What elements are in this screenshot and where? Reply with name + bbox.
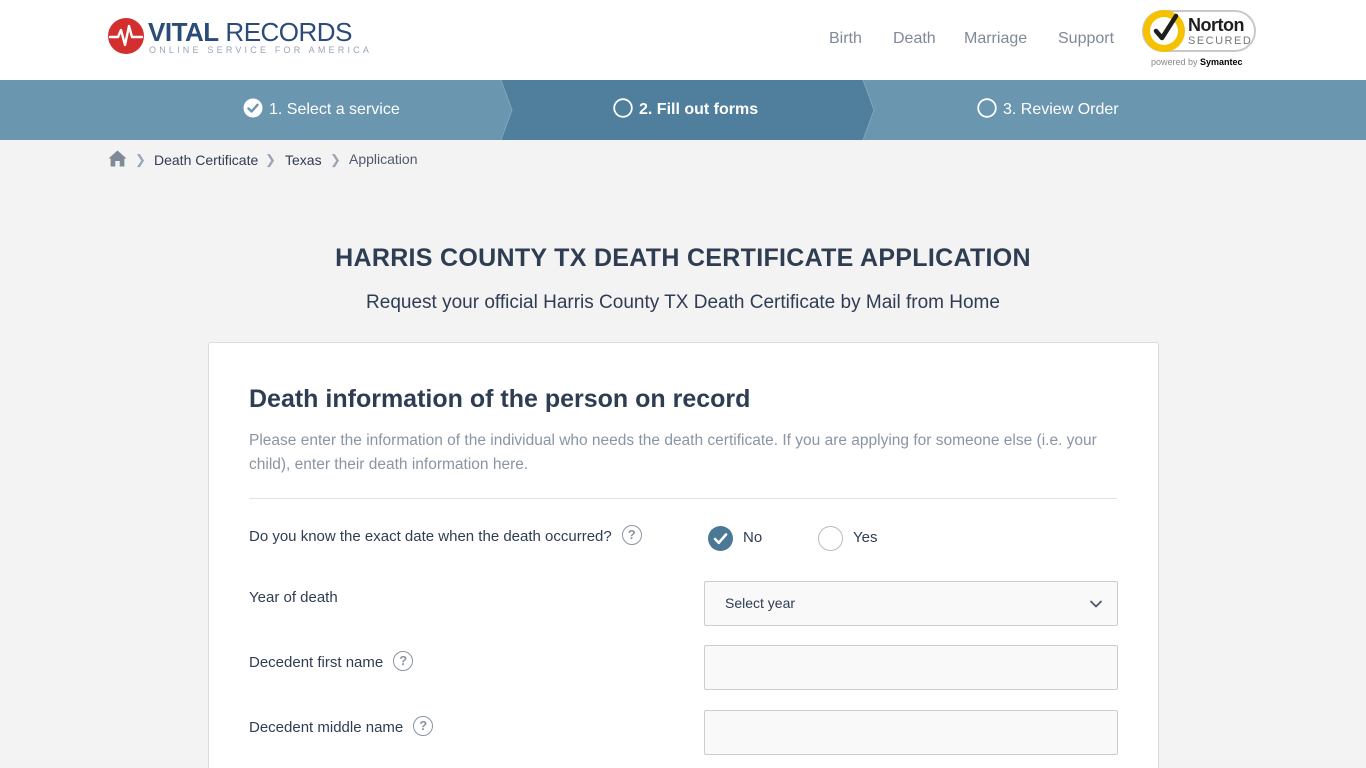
chevron-down-icon [1090,600,1102,608]
page-title: HARRIS COUNTY TX DEATH CERTIFICATE APPLI… [335,244,1031,272]
radio-checked-icon [708,526,733,551]
nav-death[interactable]: Death [893,30,936,48]
decedent-first-name-input[interactable] [704,645,1118,690]
site-header: VITAL RECORDS ONLINE SERVICE FOR AMERICA… [0,0,1366,80]
logo-title: VITAL RECORDS [148,17,352,47]
section-divider [249,498,1117,499]
year-select-value: Select year [725,595,796,611]
norton-name: Norton [1188,15,1244,35]
breadcrumb-death-certificate[interactable]: Death Certificate [154,152,258,168]
heartbeat-icon [108,18,144,54]
exact-date-question: Do you know the exact date when the deat… [249,525,642,547]
middle-name-label: Decedent middle name? [249,716,434,738]
radio-no-label: No [743,529,763,546]
radio-unchecked-icon [818,526,843,551]
question-circle-icon[interactable]: ? [621,525,642,545]
progress-steps: 1. Select a service 2. Fill out forms 3.… [0,80,1366,140]
home-icon[interactable] [108,150,127,170]
question-circle-icon[interactable]: ? [413,716,434,736]
section-description: Please enter the information of the indi… [249,432,1097,473]
nav-support[interactable]: Support [1058,30,1114,48]
norton-secured-badge[interactable]: Norton SECURED powered by Symantec [1142,6,1258,70]
circle-icon [977,98,997,118]
checkmark-icon [1143,10,1185,52]
year-of-death-select[interactable]: Select year [704,581,1118,626]
question-circle-icon[interactable]: ? [393,651,414,671]
death-information-card: Death information of the person on recor… [208,342,1159,768]
year-of-death-label: Year of death [249,589,338,606]
vital-records-logo[interactable]: VITAL RECORDS ONLINE SERVICE FOR AMERICA [108,17,369,57]
circle-icon [613,98,633,118]
page-subtitle: Request your official Harris County TX D… [366,292,1000,313]
section-title: Death information of the person on recor… [249,385,751,413]
step-review-order: 3. Review Order [977,98,1119,121]
norton-secured-label: SECURED [1188,35,1253,47]
nav-marriage[interactable]: Marriage [964,30,1027,48]
step-select-service: 1. Select a service [243,98,400,121]
chevron-right-icon: ❯ [330,152,341,167]
check-circle-icon [243,98,263,118]
decedent-middle-name-input[interactable] [704,710,1118,755]
chevron-right-icon: ❯ [135,152,146,167]
nav-birth[interactable]: Birth [829,30,862,48]
radio-yes-label: Yes [853,529,878,546]
breadcrumb-texas[interactable]: Texas [285,152,322,168]
logo-subtitle: ONLINE SERVICE FOR AMERICA [149,45,373,55]
first-name-label: Decedent first name? [249,651,414,673]
chevron-right-icon: ❯ [265,152,276,167]
step-fill-forms: 2. Fill out forms [613,98,758,121]
breadcrumb-application: Application [349,151,418,167]
norton-powered-by: powered by Symantec [1151,57,1243,67]
